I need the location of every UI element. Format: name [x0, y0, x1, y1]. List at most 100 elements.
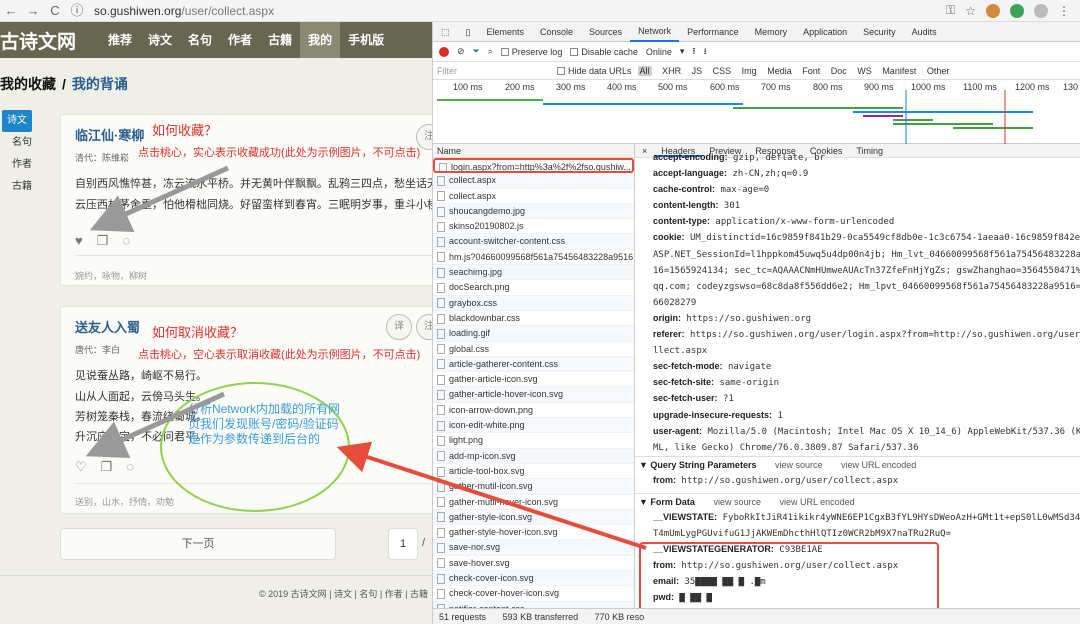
type-media[interactable]: Media: [767, 66, 792, 76]
poem-author[interactable]: 唐代：李白: [75, 343, 120, 356]
crumb-collections[interactable]: 我的收藏: [0, 76, 56, 92]
type-xhr[interactable]: XHR: [662, 66, 681, 76]
tab-sources[interactable]: Sources: [581, 22, 630, 42]
request-row[interactable]: shoucangdemo.jpg: [433, 203, 634, 220]
preserve-log-checkbox[interactable]: Preserve log: [500, 47, 562, 57]
request-row[interactable]: blackdownbar.css: [433, 311, 634, 327]
copy-icon[interactable]: ❐: [101, 459, 113, 475]
request-row[interactable]: graybox.css: [433, 295, 634, 311]
page-number-input[interactable]: 1: [388, 528, 418, 560]
back-icon[interactable]: ←: [0, 0, 22, 22]
menu-icon[interactable]: ⋮: [1058, 4, 1070, 18]
form-data-section[interactable]: ▼ Form Data view source view URL encoded: [635, 492, 1080, 510]
nav-authors[interactable]: 作者: [220, 22, 260, 58]
poem-title[interactable]: 临江仙·寒柳: [75, 125, 144, 144]
network-timeline[interactable]: 100 ms 200 ms 300 ms 400 ms 500 ms 600 m…: [433, 80, 1080, 144]
sidebar-item-classics[interactable]: 古籍: [0, 176, 44, 198]
forward-icon[interactable]: →: [22, 0, 44, 22]
type-font[interactable]: Font: [802, 66, 820, 76]
star-icon[interactable]: ☆: [965, 4, 976, 18]
sidebar-item-poems[interactable]: 诗文: [2, 110, 32, 132]
request-row[interactable]: hm.js?04660099568f561a75456483228a9516: [433, 250, 634, 266]
request-row[interactable]: save-hover.svg: [433, 556, 634, 572]
request-row[interactable]: check-cover-icon.svg: [433, 571, 634, 587]
request-row[interactable]: loading.gif: [433, 326, 634, 342]
tab-security[interactable]: Security: [855, 22, 904, 42]
heart-filled-icon[interactable]: ♥: [75, 233, 83, 249]
request-row[interactable]: global.css: [433, 342, 634, 357]
request-row[interactable]: gather-article-hover-icon.svg: [433, 387, 634, 403]
column-name-header[interactable]: Name: [433, 144, 634, 158]
sidebar-item-authors[interactable]: 作者: [0, 154, 44, 176]
comment-icon[interactable]: ◌: [126, 459, 134, 475]
filter-icon[interactable]: ⏷: [473, 46, 480, 57]
tab-application[interactable]: Application: [795, 22, 855, 42]
request-row[interactable]: collect.aspx: [433, 173, 634, 189]
nav-recommend[interactable]: 推荐: [100, 22, 140, 58]
copy-icon[interactable]: ❐: [97, 233, 109, 249]
record-icon[interactable]: [439, 46, 449, 57]
clear-icon[interactable]: ⊘: [457, 46, 465, 57]
type-img[interactable]: Img: [742, 66, 757, 76]
type-manifest[interactable]: Manifest: [882, 66, 916, 76]
site-logo[interactable]: 古诗文网: [0, 27, 100, 54]
request-row[interactable]: login.aspx?from=http%3a%2f%2fso.gushiw..…: [433, 158, 634, 174]
throttle-select[interactable]: Online: [646, 47, 672, 57]
upload-icon[interactable]: ⭱: [692, 44, 695, 60]
chevron-down-icon[interactable]: ▾: [680, 46, 685, 57]
tab-audits[interactable]: Audits: [904, 22, 945, 42]
nav-classics[interactable]: 古籍: [260, 22, 300, 58]
disable-cache-checkbox[interactable]: Disable cache: [570, 47, 638, 57]
crumb-recitations[interactable]: 我的背诵: [72, 76, 128, 92]
address-bar[interactable]: so.gushiwen.org/user/collect.aspx: [94, 4, 946, 18]
nav-mine[interactable]: 我的: [300, 22, 341, 58]
type-js[interactable]: JS: [692, 66, 703, 76]
hide-data-urls-checkbox[interactable]: Hide data URLs: [557, 66, 632, 76]
nav-mobile[interactable]: 手机版: [340, 22, 392, 58]
request-row[interactable]: skinso20190802.js: [433, 219, 634, 235]
search-icon[interactable]: ⌕: [488, 46, 493, 57]
request-row[interactable]: gather-style-hover-icon.svg: [433, 525, 634, 541]
view-url-encoded-link[interactable]: view URL encoded: [841, 460, 916, 470]
tab-network[interactable]: Network: [630, 22, 680, 42]
type-css[interactable]: CSS: [713, 66, 732, 76]
type-other[interactable]: Other: [927, 66, 950, 76]
key-icon[interactable]: ⚿: [946, 3, 955, 18]
type-ws[interactable]: WS: [857, 66, 872, 76]
request-row[interactable]: article-tool-box.svg: [433, 464, 634, 480]
view-source-link[interactable]: view source: [713, 497, 761, 507]
avatar[interactable]: [1034, 3, 1048, 18]
view-url-encoded-link[interactable]: view URL encoded: [779, 497, 854, 507]
reload-icon[interactable]: C: [44, 0, 66, 22]
type-doc[interactable]: Doc: [831, 66, 847, 76]
request-row[interactable]: gather-mutil-icon.svg: [433, 479, 634, 495]
tab-performance[interactable]: Performance: [679, 22, 747, 42]
request-row[interactable]: seachimg.jpg: [433, 265, 634, 281]
query-string-section[interactable]: ▼ Query String Parameters view source vi…: [635, 455, 1080, 473]
heart-outline-icon[interactable]: ♡: [75, 459, 87, 475]
poem-author[interactable]: 清代：陈维崧: [75, 151, 129, 164]
request-row[interactable]: account-switcher-content.css: [433, 234, 634, 250]
tab-timing[interactable]: Timing: [849, 144, 890, 157]
filter-input[interactable]: Filter: [437, 66, 557, 76]
translate-circle-icon[interactable]: 译: [386, 314, 412, 340]
type-all[interactable]: All: [637, 65, 652, 76]
request-row[interactable]: check-cover-hover-icon.svg: [433, 586, 634, 602]
poem-title[interactable]: 送友人入蜀: [75, 317, 140, 336]
request-row[interactable]: add-mp-icon.svg: [433, 448, 634, 464]
request-row[interactable]: collect.aspx: [433, 189, 634, 204]
request-row[interactable]: gather-article-icon.svg: [433, 372, 634, 388]
extension-icon[interactable]: [986, 3, 1000, 18]
request-row[interactable]: light.png: [433, 433, 634, 449]
download-icon[interactable]: ⭳: [704, 44, 707, 60]
tab-console[interactable]: Console: [532, 22, 581, 42]
tab-elements[interactable]: Elements: [478, 22, 532, 42]
request-row[interactable]: article-gatherer-content.css: [433, 356, 634, 373]
close-icon[interactable]: ×: [635, 144, 654, 157]
device-icon[interactable]: ▯: [458, 22, 479, 42]
request-row[interactable]: gather-style-icon.svg: [433, 509, 634, 526]
extension-icon-2[interactable]: [1010, 3, 1024, 18]
info-icon[interactable]: ⓘ: [66, 0, 88, 22]
request-row[interactable]: icon-arrow-down.png: [433, 403, 634, 419]
request-row[interactable]: gather-mutil-hover-icon.svg: [433, 495, 634, 510]
